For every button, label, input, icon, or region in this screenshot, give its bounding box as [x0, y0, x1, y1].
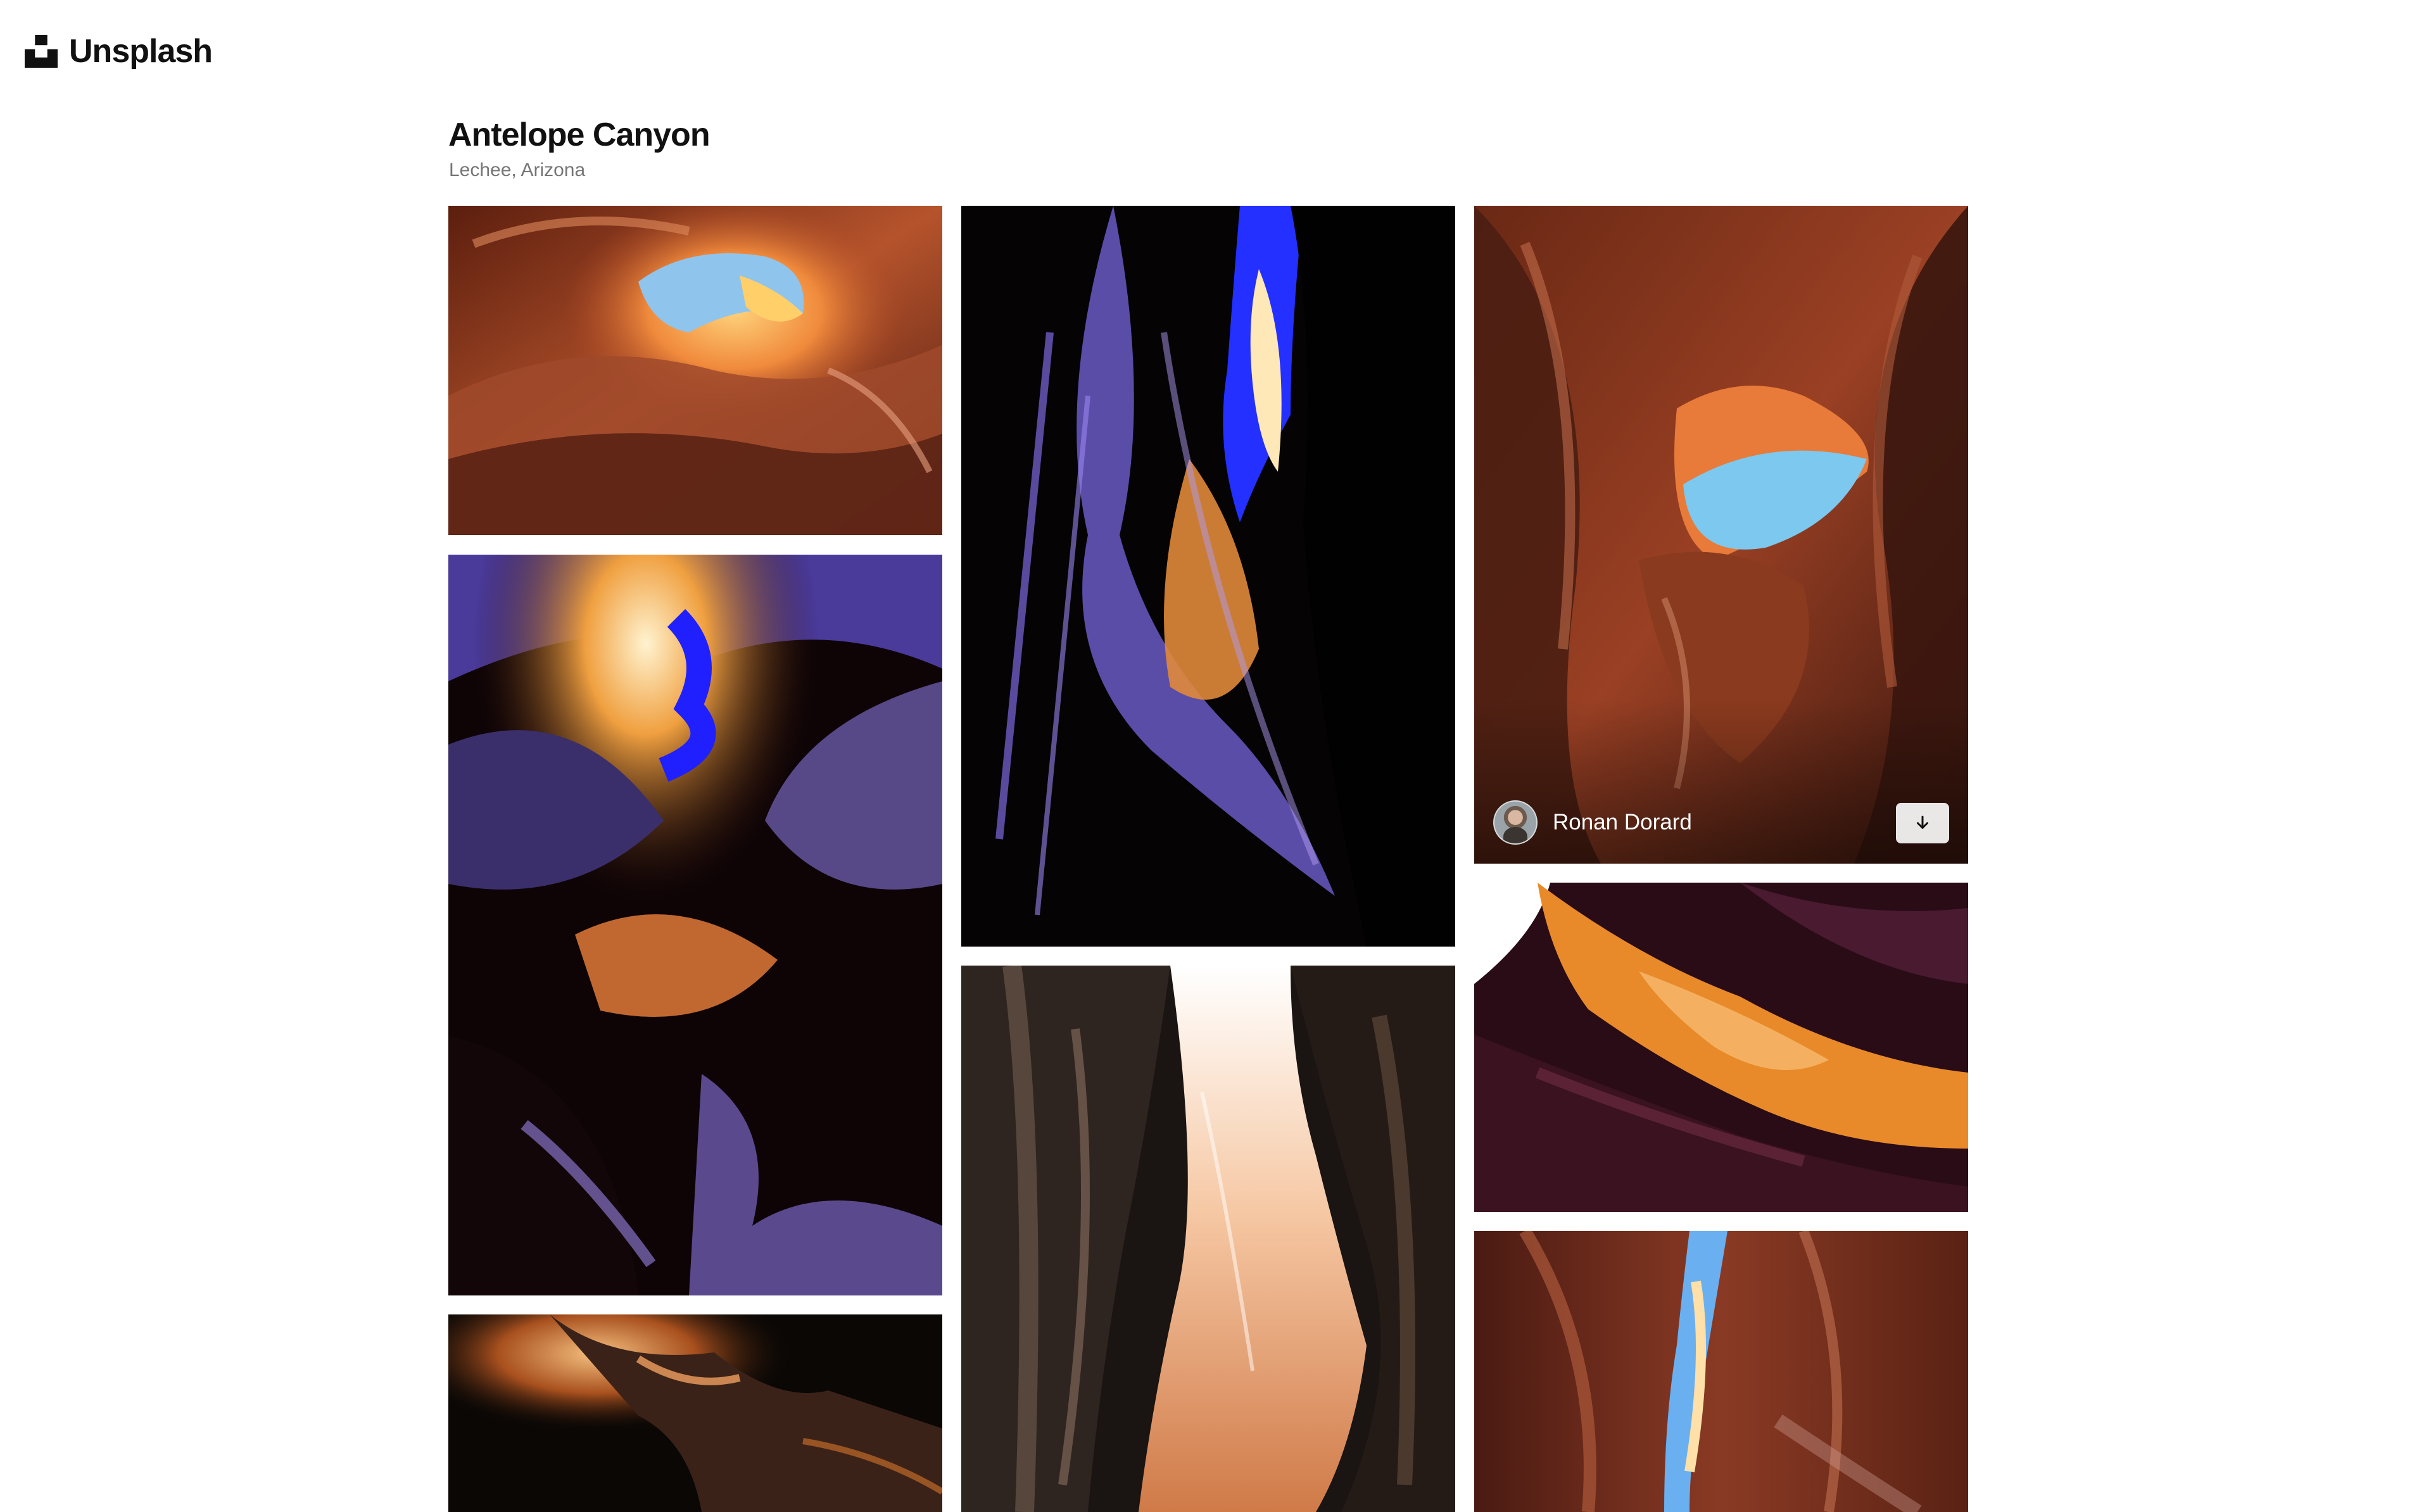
location-subtitle: Lechee, Arizona: [449, 160, 586, 180]
photo-tile[interactable]: [448, 1314, 942, 1512]
photo-tile[interactable]: [961, 206, 1455, 947]
download-arrow-icon: [1917, 816, 1928, 829]
photo-tile[interactable]: [1474, 1231, 1968, 1512]
page: Unsplash Antelope Canyon Lechee, Arizona: [0, 0, 2419, 1512]
canyon-photo-image: [1474, 1231, 1968, 1512]
brand-name: Unsplash: [69, 33, 213, 70]
canyon-photo-image: [961, 206, 1455, 947]
avatar-icon: [1493, 800, 1538, 845]
unsplash-home-link[interactable]: Unsplash: [25, 33, 213, 70]
page-title: Antelope Canyon: [448, 117, 711, 153]
canyon-photo-image: [1474, 883, 1968, 1212]
canyon-photo-image: [448, 1314, 942, 1512]
canyon-photo-image: [448, 206, 942, 535]
author-link[interactable]: Ronan Dorard: [1493, 800, 1692, 845]
canyon-photo-image: [961, 966, 1455, 1512]
canyon-photo-image: [448, 555, 942, 1295]
unsplash-logo-icon: [25, 35, 58, 68]
photo-tile-hovered[interactable]: Ronan Dorard: [1474, 206, 1968, 864]
photo-tile[interactable]: [448, 555, 942, 1295]
download-button[interactable]: [1896, 803, 1949, 843]
author-name: Ronan Dorard: [1553, 810, 1692, 835]
photo-tile[interactable]: [961, 966, 1455, 1512]
photo-tile[interactable]: [448, 206, 942, 535]
photo-tile[interactable]: [1474, 883, 1968, 1212]
